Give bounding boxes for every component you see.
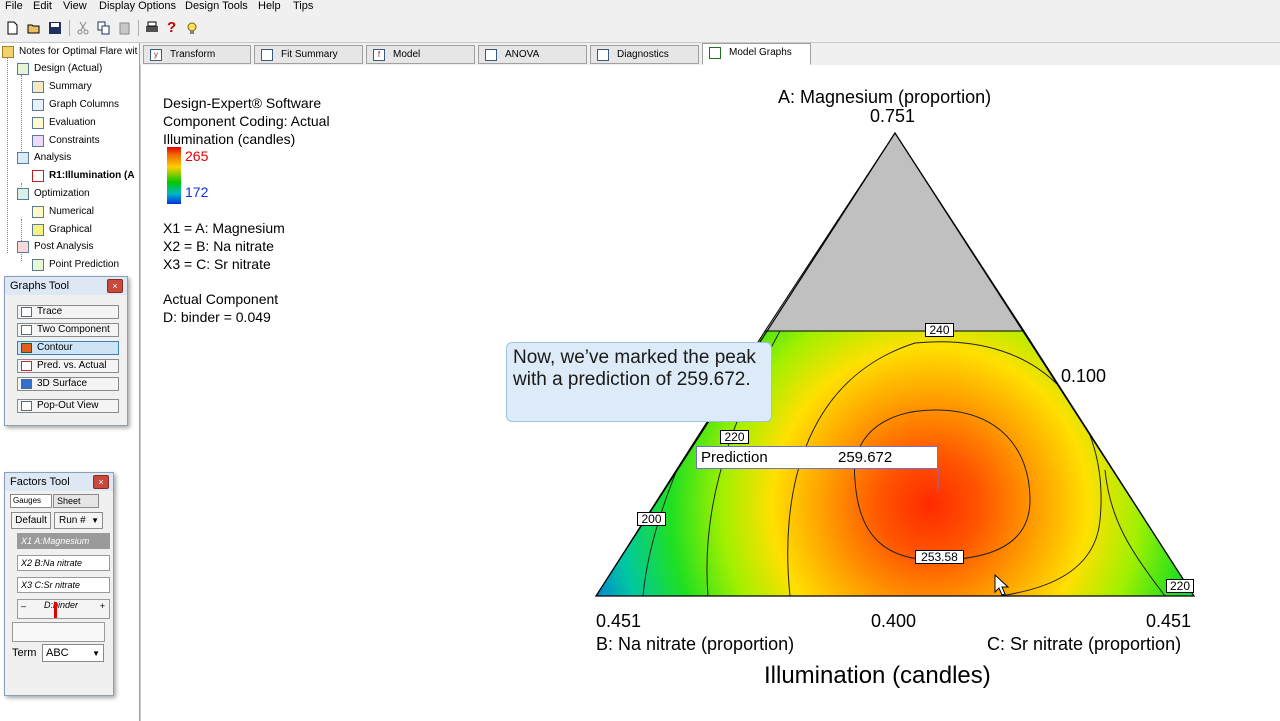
chart-title: Illumination (candles) <box>764 662 991 689</box>
contour-label-240: 240 <box>925 323 954 337</box>
contour-label-200: 200 <box>637 512 666 526</box>
prediction-box: Prediction 259.672 <box>696 446 938 469</box>
prediction-label: Prediction <box>701 449 768 466</box>
vertex-c-value: 0.451 <box>1146 611 1192 631</box>
contour-label-220-left: 220 <box>720 430 749 444</box>
edge-right-value: 0.100 <box>1061 366 1107 386</box>
edge-bottom-value: 0.400 <box>871 611 917 631</box>
annotation-callout: Now, we’ve marked the peak with a predic… <box>506 342 772 422</box>
contour-label-220-right: 220 <box>1166 579 1194 593</box>
vertex-c-label: C: Sr nitrate (proportion) <box>987 634 1182 654</box>
constrained-region <box>764 132 1025 332</box>
contour-label-253-58: 253.58 <box>915 550 964 564</box>
prediction-value: 259.672 <box>838 449 893 466</box>
vertex-b-value: 0.451 <box>596 611 642 631</box>
mouse-cursor-icon <box>994 574 1010 596</box>
vertex-a-value: 0.751 <box>870 106 916 126</box>
vertex-a-label: A: Magnesium (proportion) <box>778 87 992 107</box>
vertex-b-label: B: Na nitrate (proportion) <box>596 634 795 654</box>
